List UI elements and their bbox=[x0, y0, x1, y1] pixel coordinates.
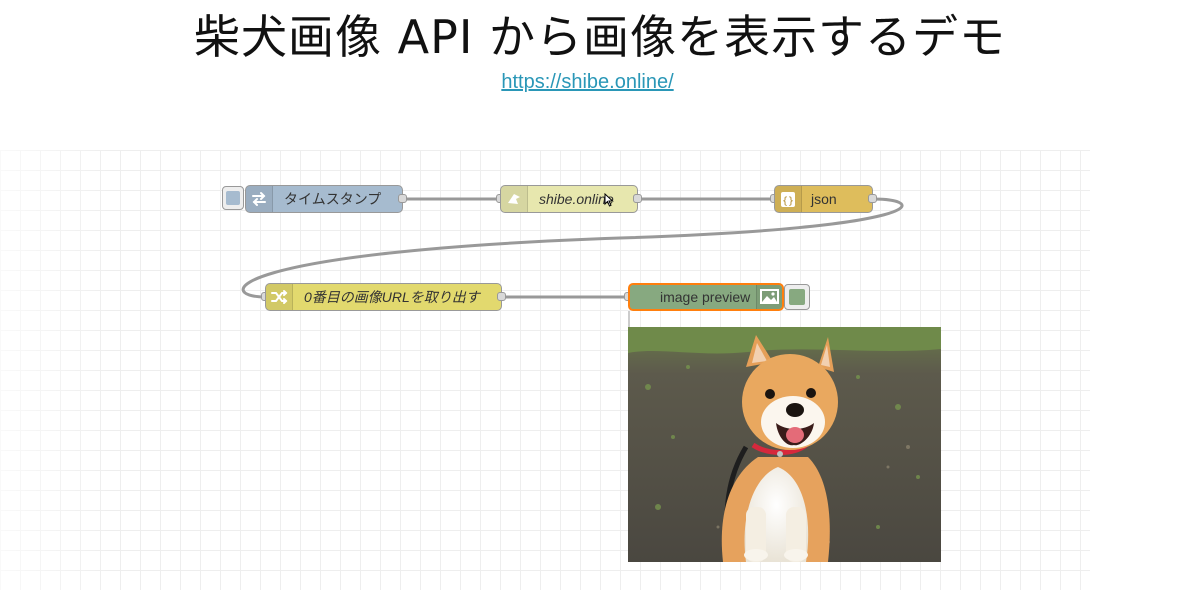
output-port[interactable] bbox=[633, 194, 642, 203]
preview-toggle-square bbox=[789, 289, 805, 305]
node-label: shibe.online bbox=[539, 191, 614, 207]
node-shibe-online[interactable]: shibe.online bbox=[500, 185, 638, 213]
inject-trigger-square bbox=[226, 191, 240, 205]
braces-icon: {} bbox=[775, 186, 802, 212]
node-change[interactable]: 0番目の画像URLを取り出す bbox=[265, 283, 502, 311]
arrows-shuffle-icon bbox=[246, 186, 273, 212]
flow-wires bbox=[241, 197, 904, 299]
preview-toggle-button[interactable] bbox=[784, 284, 810, 310]
node-timestamp[interactable]: タイムスタンプ bbox=[245, 185, 403, 213]
globe-icon bbox=[501, 186, 528, 212]
output-port[interactable] bbox=[398, 194, 407, 203]
image-icon bbox=[756, 285, 782, 309]
node-label: json bbox=[811, 191, 837, 207]
node-label: タイムスタンプ bbox=[284, 191, 382, 207]
output-port[interactable] bbox=[497, 292, 506, 301]
inject-trigger-button[interactable] bbox=[222, 186, 244, 210]
node-label: 0番目の画像URLを取り出す bbox=[304, 289, 480, 305]
node-image-preview[interactable]: image preview bbox=[628, 283, 784, 311]
node-label: image preview bbox=[660, 289, 751, 305]
shuffle-icon bbox=[266, 284, 293, 310]
node-json[interactable]: {} json bbox=[774, 185, 873, 213]
slide: 柴犬画像 API から画像を表示するデモ https://shibe.onlin… bbox=[0, 0, 1200, 590]
output-port[interactable] bbox=[868, 194, 877, 203]
dog-preview-image bbox=[628, 327, 941, 562]
svg-text:{}: {} bbox=[782, 196, 794, 207]
mouse-cursor-icon bbox=[604, 193, 614, 207]
